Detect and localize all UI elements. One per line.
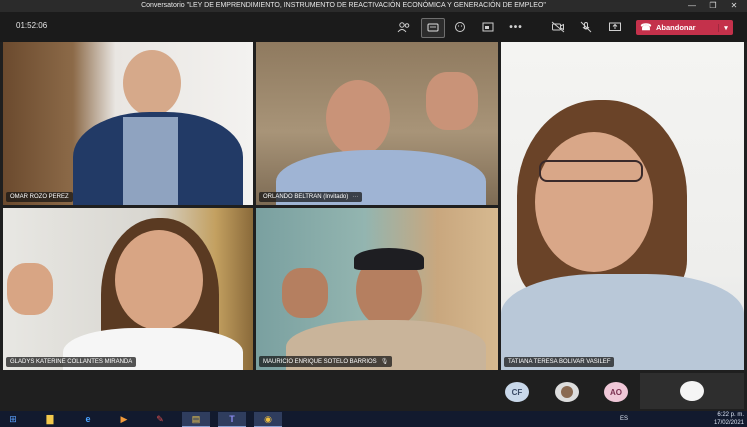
windows-taskbar: ⊞ ▇ e ▶ ✎ ▤ T ◉ ES 6:22 p. m. 17/02/2021 <box>0 411 747 427</box>
taskbar-paint[interactable]: ✎ <box>146 412 174 426</box>
participant-face <box>326 80 390 156</box>
windows-icon: ⊞ <box>9 413 17 424</box>
minimize-button[interactable]: — <box>683 0 701 12</box>
window-title: Conversatorio "LEY DE EMPRENDIMIENTO, IN… <box>141 2 546 9</box>
folder-icon: ▇ <box>46 413 54 424</box>
rooms-icon <box>482 22 494 32</box>
participant-nameplate: ORLANDO BELTRAN (Invitado) ··· <box>259 192 363 202</box>
meeting-timer: 01:52:06 <box>16 21 48 30</box>
video-tile[interactable]: TATIANA TERESA BOLIVAR VASILEF <box>501 42 744 370</box>
participant-strip <box>0 372 747 410</box>
browser-icon: e <box>85 414 91 424</box>
avatar[interactable] <box>555 382 579 402</box>
taskbar-files[interactable]: ▤ <box>182 412 210 427</box>
more-options-icon[interactable]: ··· <box>352 194 358 200</box>
participant-face <box>123 50 181 116</box>
clock-time: 6:22 p. m. <box>717 412 744 418</box>
chevron-down-icon[interactable]: ▾ <box>718 23 733 32</box>
mic-toggle-button[interactable] <box>575 18 597 36</box>
participant-hair <box>354 248 424 270</box>
teams-icon: T <box>229 414 235 424</box>
self-view-logo-icon <box>680 381 704 401</box>
video-tile[interactable]: ORLANDO BELTRAN (Invitado) ··· <box>256 42 498 205</box>
maximize-button[interactable]: ❐ <box>704 0 722 12</box>
taskbar-explorer[interactable]: ▇ <box>36 412 64 426</box>
participant-name: TATIANA TERESA BOLIVAR VASILEF <box>508 359 611 365</box>
participant-hand <box>7 263 53 315</box>
media-icon: ▶ <box>120 413 128 424</box>
leave-meeting-button[interactable]: ☎ Abandonar ▾ <box>636 20 733 35</box>
participant-nameplate: MAURICIO ENRIQUE SOTELO BARRIOS 🎙 <box>259 356 393 367</box>
files-icon: ▤ <box>191 413 201 424</box>
video-tile[interactable]: GLADYS KATERINE COLLANTES MIRANDA <box>3 208 253 370</box>
participants-button[interactable] <box>393 18 415 36</box>
participant-face <box>115 230 203 330</box>
meeting-toolbar: 01:52:06 ••• ☎ Abandonar ▾ <box>0 12 747 42</box>
more-actions-button[interactable]: ••• <box>505 18 527 36</box>
mic-icon: 🎙 <box>380 359 389 365</box>
taskbar-media[interactable]: ▶ <box>110 412 138 426</box>
leave-label: Abandonar <box>656 23 696 32</box>
participant-shirt <box>123 117 178 205</box>
avatar[interactable]: CF <box>505 382 529 402</box>
more-icon: ••• <box>509 21 523 33</box>
reactions-button[interactable] <box>449 18 471 36</box>
clock-date: 17/02/2021 <box>713 420 744 426</box>
camera-toggle-button[interactable] <box>547 18 569 36</box>
breakout-rooms-button[interactable] <box>477 18 499 36</box>
chat-icon <box>427 23 439 32</box>
self-view-tile[interactable] <box>640 373 744 409</box>
participant-glasses <box>539 160 643 182</box>
video-tile[interactable]: MAURICIO ENRIQUE SOTELO BARRIOS 🎙 <box>256 208 498 370</box>
camera-off-icon <box>551 21 565 33</box>
chrome-icon: ◉ <box>264 413 272 424</box>
people-icon <box>397 22 410 33</box>
taskbar-clock[interactable]: 6:22 p. m. 17/02/2021 <box>694 411 744 427</box>
participant-body <box>501 274 744 370</box>
taskbar-ie[interactable]: e <box>74 412 102 426</box>
close-window-button[interactable]: ✕ <box>725 0 743 12</box>
participant-name: OMAR ROZO PEREZ <box>10 194 69 200</box>
participant-name: GLADYS KATERINE COLLANTES MIRANDA <box>10 359 133 365</box>
language-indicator[interactable]: ES <box>620 415 628 423</box>
participant-nameplate: OMAR ROZO PEREZ <box>6 192 73 202</box>
hand-icon <box>455 22 465 32</box>
taskbar-chrome[interactable]: ◉ <box>254 412 282 427</box>
participant-hand <box>426 72 478 130</box>
phone-hangup-icon: ☎ <box>640 22 652 32</box>
share-icon <box>609 22 621 31</box>
avatar[interactable]: AO <box>604 382 628 402</box>
video-tile[interactable]: OMAR ROZO PEREZ <box>3 42 253 205</box>
share-screen-button[interactable] <box>604 18 626 36</box>
start-button[interactable]: ⊞ <box>2 412 24 426</box>
chat-button[interactable] <box>421 18 445 38</box>
participant-face <box>535 132 653 272</box>
avatar-photo <box>561 386 573 398</box>
mic-off-icon <box>580 21 592 33</box>
participant-name: ORLANDO BELTRAN (Invitado) <box>263 194 349 200</box>
participant-nameplate: GLADYS KATERINE COLLANTES MIRANDA <box>6 357 137 367</box>
participant-name: MAURICIO ENRIQUE SOTELO BARRIOS <box>263 359 377 365</box>
taskbar-teams[interactable]: T <box>218 412 246 427</box>
participant-nameplate: TATIANA TERESA BOLIVAR VASILEF <box>504 357 615 367</box>
participant-hand <box>282 268 328 318</box>
window-titlebar: Conversatorio "LEY DE EMPRENDIMIENTO, IN… <box>0 0 747 12</box>
paint-icon: ✎ <box>156 413 164 424</box>
